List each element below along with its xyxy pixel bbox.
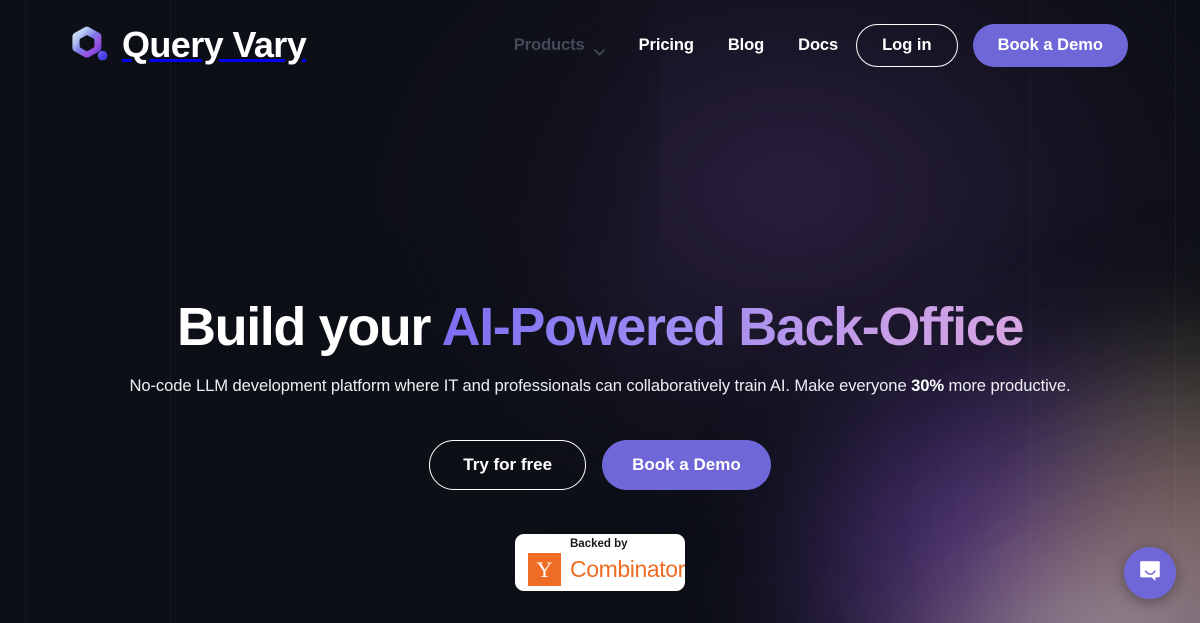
book-a-demo-button[interactable]: Book a Demo: [972, 23, 1128, 67]
hero-subheadline-after: more productive.: [944, 376, 1071, 396]
hero-subheadline-highlight: 30%: [911, 376, 945, 396]
layout-guide-line: [1175, 0, 1176, 623]
layout-guide-line: [1030, 0, 1031, 623]
site-header: Query Vary Products Pricing Blog Docs Lo…: [0, 0, 1200, 90]
y-combinator-icon: Y: [528, 553, 561, 587]
query-vary-logo-icon: [72, 25, 110, 65]
brand-name: Query Vary: [122, 24, 307, 65]
chat-launcher-button[interactable]: [1124, 547, 1176, 599]
layout-guide-line: [170, 0, 171, 623]
hero-subheadline-before: No-code LLM development platform where I…: [129, 376, 912, 396]
backed-by-label: Backed by: [570, 537, 628, 550]
try-for-free-button[interactable]: Try for free: [429, 440, 587, 491]
backed-by-y-combinator-badge[interactable]: Backed by Y Combinator: [515, 534, 685, 592]
chat-bubble-icon: [1137, 558, 1163, 589]
nav-item-docs[interactable]: Docs: [798, 36, 838, 55]
nav-item-products-label: Products: [513, 35, 585, 54]
nav-item-products[interactable]: Products: [514, 36, 605, 55]
y-combinator-wordmark: Combinator: [570, 556, 685, 583]
brand-logo-link[interactable]: Query Vary: [72, 24, 307, 65]
hero-cta-group: Try for free Book a Demo: [429, 440, 771, 491]
login-button[interactable]: Log in: [856, 23, 958, 67]
hero-headline-gradient: AI-Powered Back-Office: [441, 297, 1025, 357]
hero-headline: Build your AI-Powered Back-Office: [177, 297, 1025, 357]
nav-item-blog[interactable]: Blog: [728, 36, 764, 55]
header-actions: Log in Book a Demo: [856, 23, 1128, 67]
chevron-down-icon: [593, 42, 605, 55]
nav-item-pricing[interactable]: Pricing: [639, 36, 694, 55]
y-combinator-lockup: Y Combinator: [528, 553, 685, 587]
hero-book-a-demo-button[interactable]: Book a Demo: [602, 440, 771, 491]
hero-headline-plain: Build your: [177, 297, 442, 357]
main-navigation: Products Pricing Blog Docs: [514, 36, 838, 55]
hero-subheadline: No-code LLM development platform where I…: [129, 376, 1070, 396]
layout-guide-line: [25, 0, 26, 623]
